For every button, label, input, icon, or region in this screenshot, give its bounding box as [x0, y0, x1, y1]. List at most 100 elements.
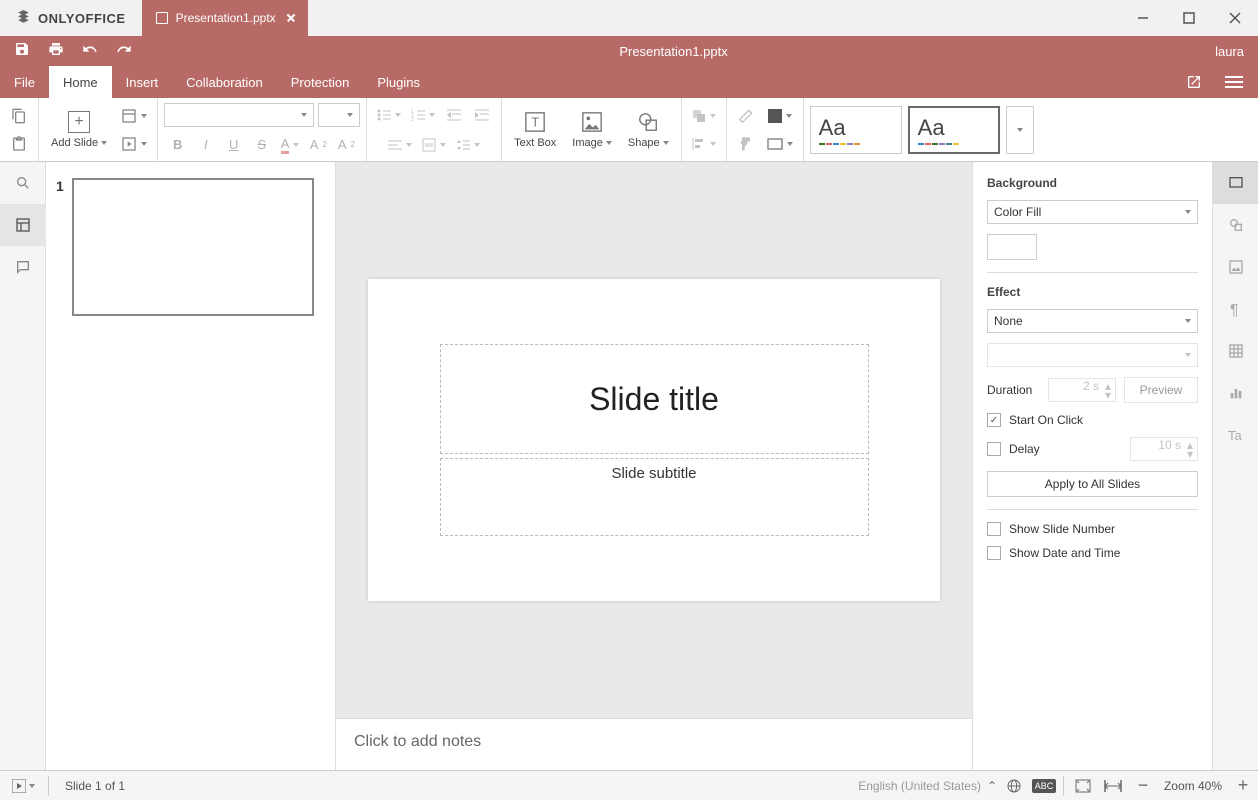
zoom-in-button[interactable]: + [1228, 772, 1258, 800]
menu-protection[interactable]: Protection [277, 66, 364, 98]
zoom-out-button[interactable]: − [1128, 772, 1158, 800]
copy-style-button[interactable] [733, 132, 759, 156]
save-button[interactable] [14, 41, 30, 62]
font-color-button[interactable]: A [277, 133, 304, 157]
theme-gallery-more[interactable] [1006, 106, 1034, 154]
tab-close-icon[interactable] [284, 11, 298, 25]
menu-insert[interactable]: Insert [112, 66, 173, 98]
svg-text:2: 2 [411, 113, 414, 119]
menu-bar: File Home Insert Collaboration Protectio… [0, 66, 1258, 98]
status-bar: Slide 1 of 1 English (United States) ⌃ A… [0, 770, 1258, 800]
slide-thumbnail-1[interactable] [72, 178, 314, 316]
theme-item-1[interactable]: Aa [810, 106, 902, 154]
menu-file[interactable]: File [0, 66, 49, 98]
menu-plugins[interactable]: Plugins [363, 66, 434, 98]
plus-icon: + [68, 111, 90, 133]
numbering-button[interactable]: 123 [407, 103, 439, 127]
text-box-button[interactable]: T Text Box [508, 107, 562, 153]
fit-width-button[interactable] [1098, 772, 1128, 800]
effect-select[interactable]: None [987, 309, 1198, 333]
language-caret[interactable]: ⌃ [985, 772, 999, 800]
line-spacing-button[interactable] [452, 133, 484, 157]
notes-area[interactable]: Click to add notes [336, 718, 972, 770]
vertical-align-button[interactable] [418, 133, 450, 157]
zoom-level[interactable]: Zoom 40% [1158, 779, 1228, 793]
delay-checkbox[interactable]: Delay [987, 442, 1122, 456]
slide-settings-tab[interactable] [1213, 162, 1258, 204]
subtitle-placeholder[interactable]: Slide subtitle [440, 458, 869, 536]
theme-gallery: Aa Aa [804, 98, 1258, 161]
logo-text: ONLYOFFICE [38, 11, 126, 26]
slide-count: Slide 1 of 1 [59, 779, 131, 793]
maximize-button[interactable] [1166, 0, 1212, 36]
show-slide-number-checkbox[interactable]: Show Slide Number [987, 522, 1198, 536]
close-button[interactable] [1212, 0, 1258, 36]
bullets-button[interactable] [373, 103, 405, 127]
comments-button[interactable] [0, 246, 46, 288]
italic-button[interactable]: I [193, 133, 219, 157]
view-settings-button[interactable] [1218, 68, 1250, 96]
paste-button[interactable] [6, 132, 32, 156]
increase-indent-button[interactable] [469, 103, 495, 127]
effect-label: Effect [987, 285, 1198, 299]
subscript-button[interactable]: A2 [333, 133, 359, 157]
preview-button[interactable]: Preview [1124, 377, 1198, 403]
user-name[interactable]: laura [1201, 44, 1258, 59]
decrease-indent-button[interactable] [441, 103, 467, 127]
align-objects-button[interactable] [688, 132, 720, 156]
layout-button[interactable] [117, 104, 151, 128]
font-family-select[interactable] [164, 103, 314, 127]
canvas-area: Slide title Slide subtitle Click to add … [336, 162, 972, 770]
effect-subtype-select[interactable] [987, 343, 1198, 367]
start-presentation-button[interactable] [8, 772, 38, 800]
bold-button[interactable]: B [165, 133, 191, 157]
theme-item-2[interactable]: Aa [908, 106, 1000, 154]
minimize-button[interactable] [1120, 0, 1166, 36]
slide-canvas[interactable]: Slide title Slide subtitle [368, 279, 940, 601]
redo-button[interactable] [116, 41, 132, 62]
shape-settings-tab[interactable] [1213, 204, 1258, 246]
fit-slide-button[interactable] [1068, 772, 1098, 800]
svg-text:Ta: Ta [1228, 428, 1243, 443]
add-slide-button[interactable]: + Add Slide [45, 107, 113, 153]
open-location-button[interactable] [1178, 68, 1210, 96]
superscript-button[interactable]: A2 [305, 133, 331, 157]
clear-style-button[interactable] [733, 104, 759, 128]
quick-access-bar: Presentation1.pptx laura [0, 36, 1258, 66]
duration-input[interactable]: 2 s▴▾ [1048, 378, 1116, 402]
background-color-swatch[interactable] [987, 234, 1037, 260]
underline-button[interactable]: U [221, 133, 247, 157]
arrange-button[interactable] [688, 104, 720, 128]
spellcheck-button[interactable]: ABC [1029, 772, 1059, 800]
start-slideshow-button[interactable] [117, 132, 151, 156]
slides-panel-button[interactable] [0, 204, 46, 246]
ribbon: + Add Slide B I U S A A2 A2 [0, 98, 1258, 162]
text-art-settings-tab[interactable]: Ta [1213, 414, 1258, 456]
table-settings-tab[interactable] [1213, 330, 1258, 372]
paragraph-settings-tab[interactable]: ¶ [1213, 288, 1258, 330]
menu-home[interactable]: Home [49, 66, 112, 98]
language-indicator[interactable]: English (United States) [854, 779, 985, 793]
menu-collaboration[interactable]: Collaboration [172, 66, 277, 98]
show-date-time-checkbox[interactable]: Show Date and Time [987, 546, 1198, 560]
apply-all-button[interactable]: Apply to All Slides [987, 471, 1198, 497]
font-size-select[interactable] [318, 103, 360, 127]
document-tab[interactable]: Presentation1.pptx [142, 0, 308, 36]
background-fill-select[interactable]: Color Fill [987, 200, 1198, 224]
horizontal-align-button[interactable] [384, 133, 416, 157]
image-settings-tab[interactable] [1213, 246, 1258, 288]
shape-button[interactable]: Shape [622, 107, 675, 153]
print-button[interactable] [48, 41, 64, 62]
image-button[interactable]: Image [566, 107, 618, 153]
slide-size-button[interactable] [763, 132, 797, 156]
undo-button[interactable] [82, 41, 98, 62]
copy-button[interactable] [6, 104, 32, 128]
title-placeholder[interactable]: Slide title [440, 344, 869, 454]
search-button[interactable] [0, 162, 46, 204]
slide-color-button[interactable] [764, 104, 796, 128]
set-language-button[interactable] [999, 772, 1029, 800]
strike-button[interactable]: S [249, 133, 275, 157]
start-on-click-checkbox[interactable]: ✓Start On Click [987, 413, 1198, 427]
delay-input[interactable]: 10 s▴▾ [1130, 437, 1198, 461]
chart-settings-tab[interactable] [1213, 372, 1258, 414]
